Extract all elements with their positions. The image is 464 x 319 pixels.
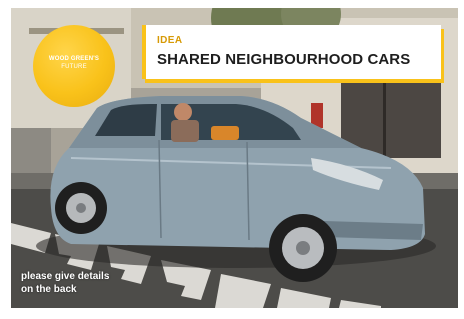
idea-title-box: IDEA SHARED NEIGHBOURHOOD CARS bbox=[142, 25, 441, 79]
wood-greens-future-badge: WOOD GREEN'S FUTURE bbox=[33, 25, 115, 107]
footer-note-line-1: please give details bbox=[21, 271, 110, 282]
footer-note: please give details on the back bbox=[21, 270, 141, 296]
badge-subtitle: FUTURE bbox=[61, 64, 87, 70]
idea-label: IDEA bbox=[157, 35, 183, 46]
idea-headline: SHARED NEIGHBOURHOOD CARS bbox=[157, 51, 411, 68]
footer-note-line-2: on the back bbox=[21, 284, 77, 295]
idea-card: WOOD GREEN'S FUTURE IDEA SHARED NEIGHBOU… bbox=[11, 8, 458, 308]
badge-title: WOOD GREEN'S bbox=[48, 56, 100, 62]
